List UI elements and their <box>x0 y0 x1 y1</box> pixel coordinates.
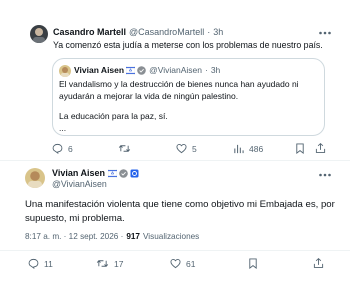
reply-author-handle[interactable]: @CasandroMartell <box>129 27 204 37</box>
reply-count: 6 <box>68 143 73 154</box>
like-icon <box>176 144 187 154</box>
main-text-line: Una manifestación violenta que tiene com… <box>25 199 335 210</box>
reply-author-name[interactable]: Casandro Martell <box>53 27 126 37</box>
avatar-casandro[interactable] <box>30 25 48 43</box>
share-icon[interactable] <box>313 257 324 269</box>
quoted-author-handle[interactable]: @VivianAisen <box>149 65 202 75</box>
main-text-line: supuesto, mi problema. <box>25 212 125 224</box>
avatar-vivian-small[interactable] <box>59 65 71 77</box>
divider <box>0 250 350 251</box>
avatar-vivian[interactable] <box>25 168 45 188</box>
quoted-tweet-card[interactable]: Vivian Aisen @VivianAisen · 3h El vandal… <box>52 58 325 136</box>
main-reply-button[interactable]: 11 <box>28 258 53 269</box>
divider <box>0 160 350 161</box>
main-author-name[interactable]: Vivian Aisen <box>52 168 105 178</box>
main-views-count: 917 <box>126 232 140 241</box>
main-retweet-count: 17 <box>114 258 124 269</box>
verified-badge-icon <box>119 168 128 178</box>
retweet-button[interactable] <box>118 143 131 154</box>
reply-timestamp[interactable]: 3h <box>213 27 223 37</box>
quoted-author-name[interactable]: Vivian Aisen <box>74 65 124 75</box>
flag-israel-icon <box>126 65 136 75</box>
reply-icon <box>28 258 39 269</box>
like-button[interactable]: 5 <box>176 143 197 154</box>
views-button[interactable]: 486 <box>233 143 263 154</box>
views-icon <box>234 144 244 154</box>
views-count: 486 <box>249 143 264 154</box>
share-icon[interactable] <box>315 142 326 154</box>
verified-badge-icon <box>137 65 146 75</box>
main-like-button[interactable]: 61 <box>170 258 195 269</box>
settings-icon[interactable] <box>130 169 139 178</box>
main-views-label: Visualizaciones <box>142 232 200 241</box>
main-reply-count: 11 <box>44 258 53 269</box>
separator-dot: · <box>204 65 208 75</box>
quoted-text-line: La educación para la paz, sí. <box>59 111 168 121</box>
quoted-timestamp[interactable]: 3h <box>211 65 220 75</box>
flag-israel-icon <box>108 168 118 178</box>
reply-button[interactable]: 6 <box>52 143 73 154</box>
quoted-text-ellipsis: ... <box>59 122 67 133</box>
retweet-icon <box>96 260 109 267</box>
bookmark-icon[interactable] <box>248 258 258 269</box>
reply-icon <box>52 143 63 154</box>
bookmark-icon[interactable] <box>295 143 305 154</box>
reply-text: Ya comenzó esta judía a meterse con los … <box>53 40 323 50</box>
like-count: 5 <box>192 143 197 154</box>
more-icon[interactable] <box>318 170 332 180</box>
retweet-icon <box>118 145 131 152</box>
main-like-count: 61 <box>186 258 196 269</box>
main-author-handle[interactable]: @VivianAisen <box>52 179 107 189</box>
separator-dot: · <box>207 27 211 37</box>
like-icon <box>170 259 181 269</box>
main-timestamp[interactable]: 8:17 a. m. · 12 sept. 2026 · <box>25 232 123 241</box>
quoted-text-line: El vandalismo y la destrucción de bienes… <box>59 79 299 89</box>
main-retweet-button[interactable]: 17 <box>96 258 123 269</box>
quoted-text-line: ayudarán a mejorar la vida de ningún pal… <box>59 90 239 101</box>
more-icon[interactable] <box>318 28 332 38</box>
